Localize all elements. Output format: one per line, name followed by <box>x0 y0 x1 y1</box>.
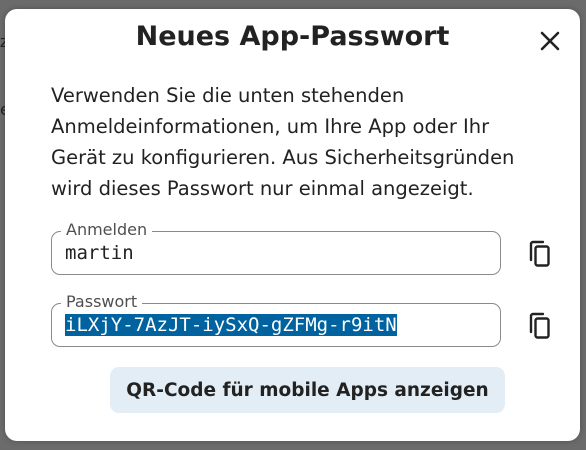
close-icon <box>540 31 560 51</box>
copy-login-button[interactable] <box>523 237 557 271</box>
login-field-label: Anmelden <box>61 220 153 240</box>
password-field-label: Passwort <box>61 292 143 312</box>
copy-icon <box>529 312 550 339</box>
copy-password-button[interactable] <box>523 309 557 343</box>
password-field[interactable]: Passwort iLXjY-7AzJT-iySxQ-gZFMg-r9itN <box>51 292 501 347</box>
dialog-title: Neues App-Passwort <box>135 21 450 52</box>
dialog-description: Verwenden Sie die unten stehenden Anmeld… <box>51 84 515 200</box>
copy-icon <box>529 240 550 267</box>
show-qr-code-button[interactable]: QR-Code für mobile Apps anzeigen <box>110 367 505 413</box>
close-button[interactable] <box>533 24 567 58</box>
login-field-value[interactable]: martin <box>65 242 134 264</box>
password-field-value[interactable]: iLXjY-7AzJT-iySxQ-gZFMg-r9itN <box>65 314 397 336</box>
login-field[interactable]: Anmelden martin <box>51 220 501 275</box>
app-password-dialog: Neues App-Passwort Verwenden Sie die unt… <box>5 9 580 441</box>
